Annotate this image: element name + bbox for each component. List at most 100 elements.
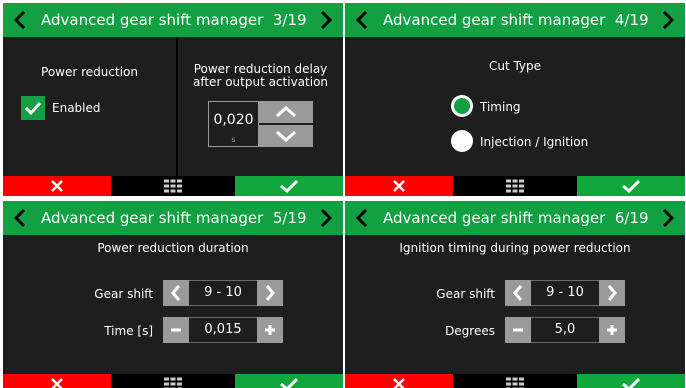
gear-shift-label: Gear shift — [436, 287, 495, 301]
plus-icon — [607, 325, 617, 335]
check-icon — [622, 377, 641, 388]
gear-shift-value[interactable]: 9 - 10 — [189, 280, 257, 306]
check-icon — [280, 377, 299, 388]
minus-icon — [513, 328, 523, 332]
degrees-value[interactable]: 5,0 — [531, 317, 599, 343]
gear-shift-value[interactable]: 9 - 10 — [531, 280, 599, 306]
chevron-left-icon — [513, 285, 523, 301]
page-counter: 5/19 — [272, 209, 307, 227]
menu-button[interactable] — [453, 374, 577, 388]
page-title: Advanced gear shift manager 6/19 — [383, 209, 649, 227]
time-value[interactable]: 0,015 — [189, 317, 257, 343]
gear-shift-next-button[interactable] — [599, 280, 625, 306]
grid-menu-icon — [506, 377, 524, 388]
chevron-left-icon — [13, 10, 26, 30]
previous-page-button[interactable] — [5, 201, 35, 235]
delay-label-line1: Power reduction delay — [193, 62, 328, 76]
title-bar: Advanced gear shift manager 4/19 — [345, 3, 685, 37]
radio-injection-ignition[interactable] — [451, 130, 473, 152]
confirm-button[interactable] — [235, 374, 343, 388]
section-heading: Ignition timing during power reduction — [399, 241, 631, 255]
power-reduction-label: Power reduction — [41, 65, 138, 79]
check-icon — [622, 179, 641, 193]
page-counter: 4/19 — [614, 11, 649, 29]
next-page-button[interactable] — [653, 201, 683, 235]
degrees-stepper: 5,0 — [505, 317, 625, 343]
gear-shift-stepper: 9 - 10 — [505, 280, 625, 306]
title-bar: Advanced gear shift manager 5/19 — [3, 201, 343, 235]
decrease-delay-button[interactable] — [259, 125, 313, 147]
chevron-left-icon — [171, 285, 181, 301]
radio-timing-label: Timing — [480, 100, 521, 114]
previous-page-button[interactable] — [5, 3, 35, 37]
menu-button[interactable] — [453, 176, 577, 196]
chevron-right-icon — [320, 10, 333, 30]
gear-shift-prev-button[interactable] — [505, 280, 531, 306]
delay-value-field[interactable]: 0,020 s — [208, 101, 259, 147]
check-icon — [24, 101, 42, 116]
radio-selected-dot — [454, 98, 470, 114]
degrees-decrement-button[interactable] — [505, 317, 531, 343]
time-label: Time [s] — [104, 324, 153, 338]
next-page-button[interactable] — [311, 3, 341, 37]
degrees-label: Degrees — [445, 324, 495, 338]
minus-icon — [171, 328, 181, 332]
close-icon — [51, 180, 63, 192]
cancel-button[interactable] — [3, 374, 111, 388]
footer-bar — [345, 374, 685, 388]
page-content: Power reduction duration Gear shift 9 - … — [3, 235, 343, 374]
footer-bar — [3, 176, 343, 196]
confirm-button[interactable] — [577, 374, 685, 388]
page-title: Advanced gear shift manager 5/19 — [41, 209, 307, 227]
screen-page-5: Advanced gear shift manager 5/19 Power r… — [3, 201, 343, 388]
page-content: Ignition timing during power reduction G… — [345, 235, 685, 374]
check-icon — [280, 179, 299, 193]
enabled-label: Enabled — [52, 101, 101, 115]
cancel-button[interactable] — [3, 176, 111, 196]
gear-shift-prev-button[interactable] — [163, 280, 189, 306]
screen-page-6: Advanced gear shift manager 6/19 Ignitio… — [345, 201, 685, 388]
title-bar: Advanced gear shift manager 6/19 — [345, 201, 685, 235]
menu-button[interactable] — [111, 374, 235, 388]
gear-shift-label: Gear shift — [94, 287, 153, 301]
close-icon — [393, 378, 405, 388]
menu-button[interactable] — [111, 176, 235, 196]
degrees-increment-button[interactable] — [599, 317, 625, 343]
chevron-right-icon — [662, 10, 675, 30]
chevron-left-icon — [355, 10, 368, 30]
next-page-button[interactable] — [653, 3, 683, 37]
gear-shift-next-button[interactable] — [257, 280, 283, 306]
cancel-button[interactable] — [345, 176, 453, 196]
next-page-button[interactable] — [311, 201, 341, 235]
page-counter: 6/19 — [614, 209, 649, 227]
section-heading: Power reduction duration — [97, 241, 249, 255]
time-decrement-button[interactable] — [163, 317, 189, 343]
cancel-button[interactable] — [345, 374, 453, 388]
chevron-left-icon — [355, 208, 368, 228]
radio-timing[interactable] — [451, 95, 473, 117]
delay-value: 0,020 — [213, 112, 254, 128]
cut-type-heading: Cut Type — [488, 59, 542, 73]
confirm-button[interactable] — [235, 176, 343, 196]
chevron-right-icon — [320, 208, 333, 228]
chevron-right-icon — [265, 285, 275, 301]
page-counter: 3/19 — [272, 11, 307, 29]
chevron-right-icon — [662, 208, 675, 228]
chevron-down-icon — [276, 130, 296, 142]
previous-page-button[interactable] — [347, 201, 377, 235]
gear-shift-stepper: 9 - 10 — [163, 280, 283, 306]
radio-injection-ignition-label: Injection / Ignition — [480, 135, 589, 149]
time-increment-button[interactable] — [257, 317, 283, 343]
enabled-checkbox[interactable] — [21, 96, 45, 120]
confirm-button[interactable] — [577, 176, 685, 196]
increase-delay-button[interactable] — [259, 101, 313, 123]
delay-unit: s — [231, 135, 236, 144]
page-title: Advanced gear shift manager 3/19 — [41, 11, 307, 29]
page-content: Cut Type Timing Injection / Ignition — [345, 37, 685, 176]
chevron-left-icon — [13, 208, 26, 228]
chevron-up-icon — [276, 106, 296, 118]
previous-page-button[interactable] — [347, 3, 377, 37]
column-divider — [176, 37, 178, 176]
title-bar: Advanced gear shift manager 3/19 — [3, 3, 343, 37]
plus-icon — [265, 325, 275, 335]
